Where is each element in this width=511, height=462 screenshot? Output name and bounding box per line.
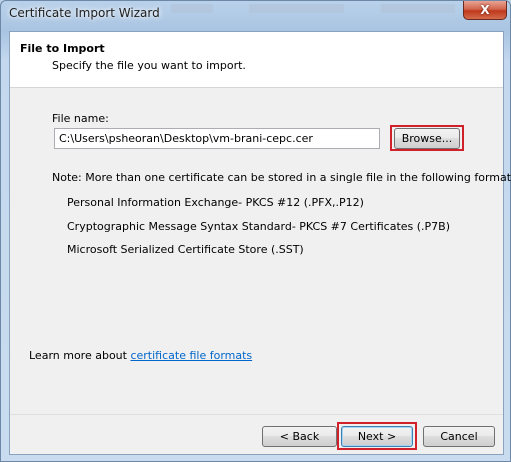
page-title: File to Import <box>20 42 105 55</box>
note-text: Note: More than one certificate can be s… <box>52 171 511 184</box>
file-name-label: File name: <box>52 112 109 125</box>
window-title: Certificate Import Wizard <box>9 6 160 20</box>
format-item: Microsoft Serialized Certificate Store (… <box>67 243 304 256</box>
browse-button[interactable]: Browse... <box>394 128 460 149</box>
next-button[interactable]: Next > <box>341 426 413 447</box>
footer-divider <box>10 414 503 415</box>
format-item: Personal Information Exchange- PKCS #12 … <box>67 196 364 209</box>
certificate-formats-link[interactable]: certificate file formats <box>130 349 252 362</box>
title-bar[interactable]: Certificate Import Wizard X <box>1 1 511 29</box>
close-button[interactable]: X <box>463 1 507 20</box>
background-window-ghost <box>171 4 213 13</box>
background-window-ghost <box>381 4 455 13</box>
wizard-window: Certificate Import Wizard X File to Impo… <box>0 0 511 462</box>
file-name-input[interactable]: C:\Users\psheoran\Desktop\vm-brani-cepc.… <box>54 128 380 149</box>
background-window-ghost <box>249 4 344 13</box>
close-icon: X <box>480 3 490 17</box>
learn-more-prefix: Learn more about <box>29 349 131 362</box>
page-subtitle: Specify the file you want to import. <box>52 59 246 72</box>
learn-more-text: Learn more about certificate file format… <box>29 349 252 362</box>
wizard-content: File to Import Specify the file you want… <box>9 31 511 455</box>
format-item: Cryptographic Message Syntax Standard- P… <box>67 220 451 233</box>
wizard-header: File to Import Specify the file you want… <box>10 32 503 88</box>
cancel-button[interactable]: Cancel <box>423 426 495 447</box>
back-button[interactable]: < Back <box>262 426 337 447</box>
